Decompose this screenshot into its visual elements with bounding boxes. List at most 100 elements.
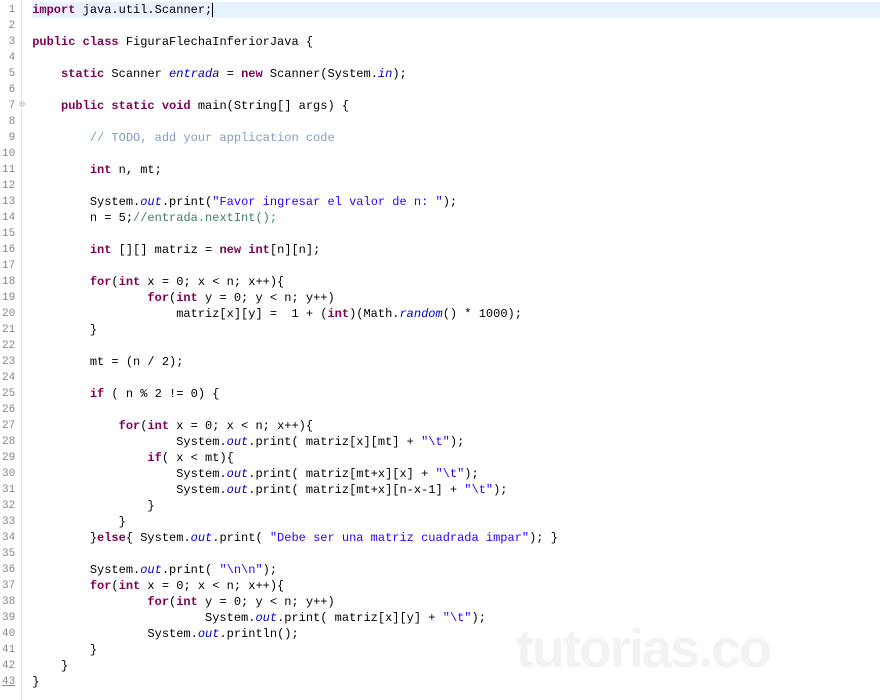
code-line[interactable]: System.out.print( matriz[x][mt] + "\t");	[32, 434, 880, 450]
code-line[interactable]	[32, 402, 880, 418]
code-line[interactable]: public class FiguraFlechaInferiorJava {	[32, 34, 880, 50]
code-token: }	[32, 659, 68, 673]
code-token: out	[227, 483, 249, 497]
code-token: () * 1000);	[443, 307, 522, 321]
code-token: out	[140, 563, 162, 577]
code-token	[32, 275, 90, 289]
code-line[interactable]	[32, 50, 880, 66]
code-line[interactable]: }	[32, 658, 880, 674]
line-number: 23	[2, 354, 15, 370]
code-token	[32, 579, 90, 593]
code-area[interactable]: import java.util.Scanner; public class F…	[22, 0, 880, 700]
code-token: .print( matriz[x][mt] +	[248, 435, 421, 449]
code-line[interactable]: System.out.print( matriz[mt+x][x] + "\t"…	[32, 466, 880, 482]
code-token: out	[198, 627, 220, 641]
line-number: 5	[2, 66, 15, 82]
code-token: "\t"	[464, 483, 493, 497]
line-number: 41	[2, 642, 15, 658]
code-line[interactable]: import java.util.Scanner;	[32, 2, 880, 18]
code-line[interactable]: System.out.print( "\n\n");	[32, 562, 880, 578]
line-number: 31	[2, 482, 15, 498]
code-token: int	[119, 579, 141, 593]
code-line[interactable]: int [][] matriz = new int[n][n];	[32, 242, 880, 258]
code-token	[32, 291, 147, 305]
code-token: for	[119, 419, 141, 433]
code-token: FiguraFlechaInferiorJava {	[119, 35, 313, 49]
code-line[interactable]: if( x < mt){	[32, 450, 880, 466]
line-number: 40	[2, 626, 15, 642]
code-line[interactable]: n = 5;//entrada.nextInt();	[32, 210, 880, 226]
code-token: new	[241, 67, 263, 81]
code-line[interactable]: System.out.print( matriz[mt+x][n-x-1] + …	[32, 482, 880, 498]
code-token: "Favor ingresar el valor de n: "	[212, 195, 442, 209]
code-line[interactable]: for(int y = 0; y < n; y++)	[32, 290, 880, 306]
code-line[interactable]	[32, 338, 880, 354]
code-token	[32, 99, 61, 113]
line-number: 17	[2, 258, 15, 274]
code-token: [][] matriz =	[111, 243, 219, 257]
line-number: 24	[2, 370, 15, 386]
code-line[interactable]: }	[32, 322, 880, 338]
line-number: 22	[2, 338, 15, 354]
code-line[interactable]: for(int y = 0; y < n; y++)	[32, 594, 880, 610]
line-number: 3	[2, 34, 15, 50]
code-line[interactable]: System.out.print("Favor ingresar el valo…	[32, 194, 880, 210]
code-line[interactable]: public static void main(String[] args) {	[32, 98, 880, 114]
code-token: Scanner(System.	[263, 67, 378, 81]
code-line[interactable]	[32, 226, 880, 242]
line-number: 38	[2, 594, 15, 610]
code-token: System.	[32, 467, 226, 481]
code-token: }	[32, 675, 39, 689]
line-number: 42	[2, 658, 15, 674]
code-token: x = 0; x < n; x++){	[140, 275, 284, 289]
code-token	[32, 595, 147, 609]
code-line[interactable]: int n, mt;	[32, 162, 880, 178]
code-token: for	[90, 579, 112, 593]
code-token: { System.	[126, 531, 191, 545]
line-number: 15	[2, 226, 15, 242]
code-token: System.	[32, 435, 226, 449]
code-line[interactable]	[32, 114, 880, 130]
code-token: );	[464, 467, 478, 481]
line-number: 37	[2, 578, 15, 594]
code-line[interactable]: }else{ System.out.print( "Debe ser una m…	[32, 530, 880, 546]
code-line[interactable]: if ( n % 2 != 0) {	[32, 386, 880, 402]
code-line[interactable]	[32, 258, 880, 274]
code-line[interactable]: for(int x = 0; x < n; x++){	[32, 578, 880, 594]
code-line[interactable]	[32, 370, 880, 386]
code-token: }	[32, 323, 97, 337]
line-number: 7	[2, 98, 15, 114]
code-line[interactable]: System.out.println();	[32, 626, 880, 642]
code-token: entrada	[169, 67, 219, 81]
code-line[interactable]	[32, 146, 880, 162]
code-line[interactable]: // TODO, add your application code	[32, 130, 880, 146]
line-number: 32	[2, 498, 15, 514]
code-line[interactable]: matriz[x][y] = 1 + (int)(Math.random() *…	[32, 306, 880, 322]
code-line[interactable]: }	[32, 642, 880, 658]
code-line[interactable]: for(int x = 0; x < n; x++){	[32, 274, 880, 290]
code-token: );	[392, 67, 406, 81]
code-token: new int	[219, 243, 269, 257]
code-line[interactable]: }	[32, 498, 880, 514]
code-line[interactable]	[32, 18, 880, 34]
code-editor[interactable]: 1234567891011121314151617181920212223242…	[0, 0, 880, 700]
code-line[interactable]: mt = (n / 2);	[32, 354, 880, 370]
code-line[interactable]: System.out.print( matriz[x][y] + "\t");	[32, 610, 880, 626]
code-line[interactable]: }	[32, 674, 880, 690]
line-number: 21	[2, 322, 15, 338]
code-token: int	[119, 275, 141, 289]
code-line[interactable]	[32, 178, 880, 194]
code-token: out	[140, 195, 162, 209]
code-token: (	[111, 579, 118, 593]
code-token: for	[147, 291, 169, 305]
code-token: System.	[32, 563, 140, 577]
code-token: System.	[32, 627, 198, 641]
code-line[interactable]: }	[32, 514, 880, 530]
line-number: 36	[2, 562, 15, 578]
code-token: );	[450, 435, 464, 449]
code-line[interactable]: static Scanner entrada = new Scanner(Sys…	[32, 66, 880, 82]
code-line[interactable]	[32, 546, 880, 562]
code-token: for	[147, 595, 169, 609]
code-line[interactable]	[32, 82, 880, 98]
code-line[interactable]: for(int x = 0; x < n; x++){	[32, 418, 880, 434]
